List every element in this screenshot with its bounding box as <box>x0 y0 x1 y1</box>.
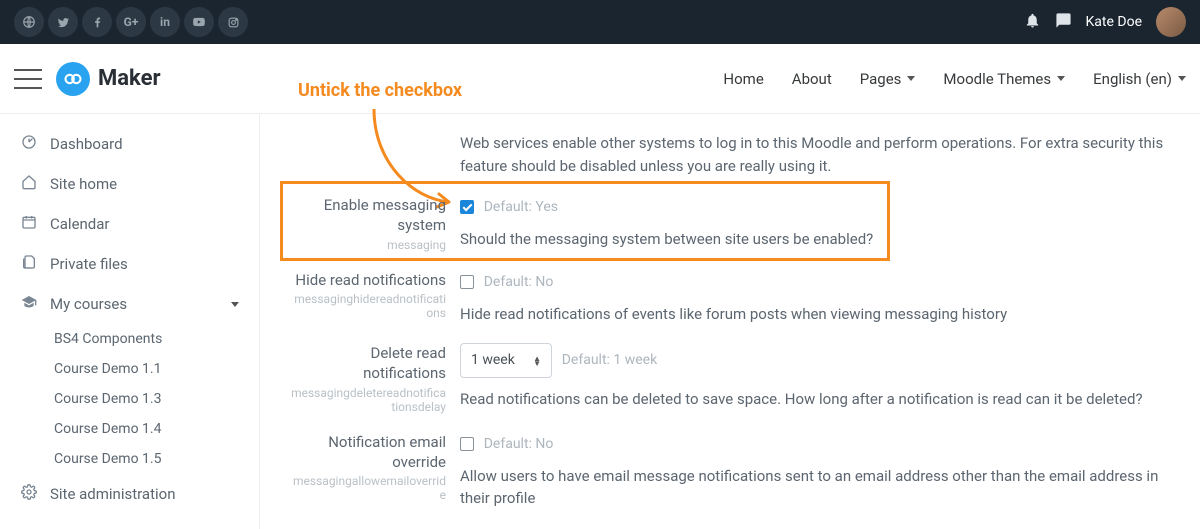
setting-row-messaging: Enable messaging system messaging Defaul… <box>290 195 1170 252</box>
avatar[interactable] <box>1156 7 1186 37</box>
home-icon <box>20 174 38 194</box>
course-link[interactable]: Course Demo 1.1 <box>0 354 259 384</box>
logo-mark-icon <box>56 62 90 96</box>
setting-row-emailoverride: Notification email override messagingall… <box>290 432 1170 510</box>
twitter-icon[interactable] <box>48 7 78 37</box>
setting-label: Hide read notifications <box>290 270 446 290</box>
setting-key: messaging <box>290 238 446 252</box>
nav-about[interactable]: About <box>792 70 832 88</box>
chevron-down-icon <box>907 76 915 81</box>
sidebar-item-dashboard[interactable]: Dashboard <box>0 124 259 164</box>
sidebar-item-privatefiles[interactable]: Private files <box>0 244 259 284</box>
checkbox-messaging[interactable] <box>460 200 474 214</box>
nav-pages-label: Pages <box>860 70 902 88</box>
setting-key: messagingdeletereadnotificationsdelay <box>290 386 446 414</box>
checkbox-hidereadnotif[interactable] <box>460 275 474 289</box>
chevron-down-icon <box>231 302 239 307</box>
sidebar-item-label: Dashboard <box>50 135 123 153</box>
default-text: Default: Yes <box>484 199 558 215</box>
select-deletenotif[interactable]: 1 week ▲▼ <box>460 343 552 378</box>
annotation-callout: Untick the checkbox <box>298 80 462 101</box>
grad-cap-icon <box>20 294 38 314</box>
dashboard-icon <box>20 134 38 154</box>
course-link[interactable]: BS4 Components <box>0 324 259 354</box>
youtube-icon[interactable] <box>184 7 214 37</box>
main-nav: Home About Pages Moodle Themes English (… <box>723 70 1186 88</box>
instagram-icon[interactable] <box>218 7 248 37</box>
nav-about-label: About <box>792 70 832 88</box>
course-label: Course Demo 1.3 <box>54 391 161 407</box>
setting-key: messagingallowemailoverride <box>290 474 446 502</box>
nav-home[interactable]: Home <box>723 70 763 88</box>
setting-desc: Web services enable other systems to log… <box>460 132 1170 177</box>
course-label: Course Demo 1.5 <box>54 451 161 467</box>
chat-icon[interactable] <box>1055 12 1072 33</box>
header: Maker Home About Pages Moodle Themes Eng… <box>0 44 1200 114</box>
setting-desc: Allow users to have email message notifi… <box>460 465 1170 510</box>
sidebar-item-label: My courses <box>50 295 127 313</box>
nav-lang-label: English (en) <box>1093 70 1172 88</box>
gear-icon <box>20 484 38 504</box>
select-spinner-icon: ▲▼ <box>533 356 541 366</box>
calendar-icon <box>20 214 38 234</box>
default-text: Default: No <box>484 274 554 290</box>
setting-label: Delete read notifications <box>290 343 446 384</box>
brand-logo[interactable]: Maker <box>56 62 161 96</box>
course-label: Course Demo 1.1 <box>54 361 161 377</box>
course-link[interactable]: Course Demo 1.3 <box>0 384 259 414</box>
sidebar-item-label: Site administration <box>50 485 175 503</box>
sidebar-item-siteadmin[interactable]: Site administration <box>0 474 259 514</box>
nav-language[interactable]: English (en) <box>1093 70 1186 88</box>
nav-moodle-themes[interactable]: Moodle Themes <box>943 70 1065 88</box>
setting-key: messaginghidereadnotifications <box>290 292 446 320</box>
sidebar-item-mycourses[interactable]: My courses <box>0 284 259 324</box>
sidebar-item-label: Site home <box>50 175 117 193</box>
setting-label: Enable messaging system <box>290 195 446 236</box>
setting-row-deletenotif: Delete read notifications messagingdelet… <box>290 343 1170 414</box>
default-text: Default: 1 week <box>562 352 657 368</box>
sidebar-item-label: Calendar <box>50 215 110 233</box>
setting-desc: Should the messaging system between site… <box>460 228 1170 251</box>
topbar-user: Kate Doe <box>1024 7 1186 37</box>
nav-home-label: Home <box>723 70 763 88</box>
sidebar-item-calendar[interactable]: Calendar <box>0 204 259 244</box>
default-text: Default: No <box>484 436 554 452</box>
setting-desc: Hide read notifications of events like f… <box>460 303 1170 326</box>
course-label: BS4 Components <box>54 331 162 347</box>
setting-desc: Read notifications can be deleted to sav… <box>460 388 1170 411</box>
course-label: Course Demo 1.4 <box>54 421 161 437</box>
globe-icon[interactable] <box>14 7 44 37</box>
settings-panel: Web services enable other systems to log… <box>260 114 1200 529</box>
nav-pages[interactable]: Pages <box>860 70 916 88</box>
chevron-down-icon <box>1178 76 1186 81</box>
course-link[interactable]: Course Demo 1.5 <box>0 444 259 474</box>
select-value: 1 week <box>471 350 515 371</box>
topbar: G+ in Kate Doe <box>0 0 1200 44</box>
setting-label: Notification email override <box>290 432 446 473</box>
brand-name: Maker <box>98 66 161 91</box>
setting-row-hidereadnotif: Hide read notifications messaginghiderea… <box>290 270 1170 326</box>
sidebar: Dashboard Site home Calendar Private fil… <box>0 114 260 529</box>
files-icon <box>20 254 38 274</box>
sidebar-item-label: Private files <box>50 255 128 273</box>
course-link[interactable]: Course Demo 1.4 <box>0 414 259 444</box>
facebook-icon[interactable] <box>82 7 112 37</box>
checkbox-emailoverride[interactable] <box>460 437 474 451</box>
google-plus-icon[interactable]: G+ <box>116 7 146 37</box>
username[interactable]: Kate Doe <box>1086 14 1142 30</box>
hamburger-icon[interactable] <box>14 69 42 89</box>
linkedin-icon[interactable]: in <box>150 7 180 37</box>
nav-themes-label: Moodle Themes <box>943 70 1051 88</box>
chevron-down-icon <box>1057 76 1065 81</box>
bell-icon[interactable] <box>1024 12 1041 33</box>
sidebar-item-sitehome[interactable]: Site home <box>0 164 259 204</box>
social-links: G+ in <box>14 7 248 37</box>
